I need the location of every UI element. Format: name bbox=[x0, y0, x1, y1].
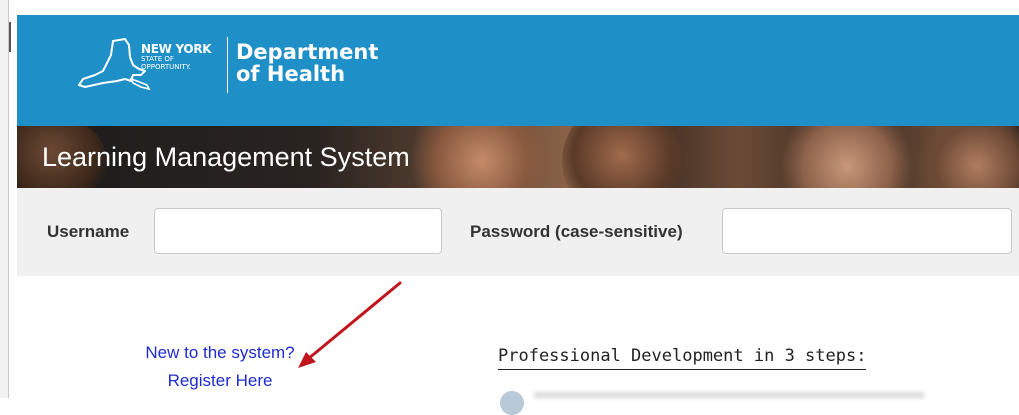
step-one-text-cutoff bbox=[534, 392, 924, 398]
page-title: Learning Management System bbox=[42, 142, 410, 172]
register-links: New to the system? Register Here bbox=[90, 339, 350, 395]
left-edge-mark bbox=[9, 22, 11, 52]
banner-image: Learning Management System bbox=[17, 126, 1019, 188]
register-here-link[interactable]: Register Here bbox=[90, 367, 350, 395]
professional-development-heading: Professional Development in 3 steps: bbox=[498, 346, 867, 370]
banner-photo-person bbox=[562, 126, 682, 188]
banner-photo-person bbox=[777, 126, 917, 188]
logo-new-york-text: NEW YORK bbox=[141, 42, 212, 56]
password-label: Password (case-sensitive) bbox=[470, 222, 683, 241]
step-one-icon bbox=[500, 391, 524, 415]
window-left-edge bbox=[0, 0, 9, 398]
logo-department-line2: of Health bbox=[236, 62, 346, 86]
banner-photo-person bbox=[407, 126, 557, 188]
logo-department-line1: Department bbox=[236, 40, 379, 64]
username-input[interactable] bbox=[154, 208, 442, 254]
new-to-system-link[interactable]: New to the system? bbox=[90, 339, 350, 367]
site-header: NEW YORK STATE OF OPPORTUNITY. Departmen… bbox=[17, 15, 1019, 126]
password-input[interactable] bbox=[722, 208, 1012, 254]
username-label: Username bbox=[47, 222, 130, 241]
login-bar: Username Password (case-sensitive) bbox=[17, 188, 1019, 276]
browser-top-strip bbox=[0, 0, 1019, 15]
logo-department-of-health: Department of Health bbox=[236, 41, 378, 85]
logo-divider bbox=[227, 37, 228, 93]
logo-state-of-text: STATE OF bbox=[141, 55, 174, 63]
logo-opportunity-text: OPPORTUNITY. bbox=[141, 63, 191, 71]
banner-photo-person bbox=[917, 126, 1019, 188]
